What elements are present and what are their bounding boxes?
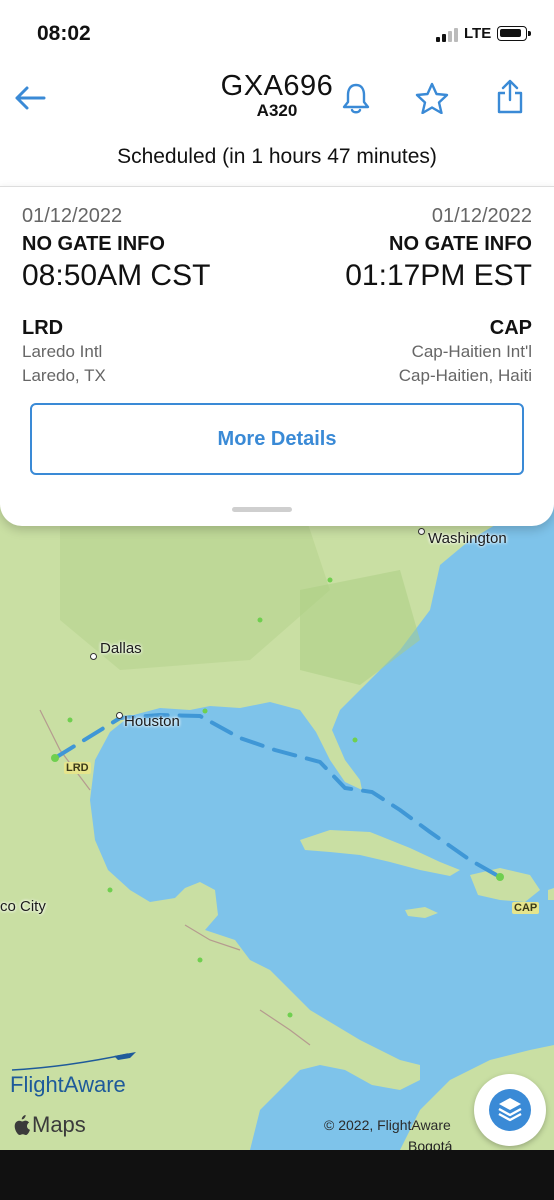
star-icon: [415, 82, 449, 114]
map-airport-origin[interactable]: LRD: [64, 762, 91, 774]
map-label-dallas: Dallas: [100, 640, 142, 657]
share-icon: [497, 79, 523, 114]
signal-icon: [436, 28, 458, 42]
home-indicator-bar: [0, 1150, 554, 1200]
aircraft-type: A320: [256, 101, 298, 120]
layers-icon: [489, 1089, 531, 1131]
map-airport-destination[interactable]: CAP: [512, 902, 540, 914]
map-canvas: [0, 470, 554, 1150]
share-button[interactable]: [488, 74, 532, 118]
drag-handle[interactable]: [232, 507, 292, 512]
arrival-code: CAP: [489, 317, 532, 339]
map-copyright: © 2022, FlightAware: [324, 1117, 451, 1133]
arrival-airport: Cap-Haitien Int'l: [411, 342, 532, 361]
status-time: 08:02: [37, 22, 91, 45]
map-label-washington: Washington: [428, 530, 507, 547]
bell-icon: [342, 83, 370, 114]
departure-gate: NO GATE INFO: [22, 233, 165, 255]
flight-header: GXA696 A320: [0, 68, 554, 138]
plane-swoosh-icon: [11, 1052, 136, 1071]
flight-number: GXA696: [220, 70, 334, 102]
arrival-time: 01:17PM EST: [345, 259, 532, 292]
washington-marker: [418, 528, 425, 535]
flight-status: Scheduled (in 1 hours 47 minutes): [117, 145, 437, 168]
arrival-city: Cap-Haitien, Haiti: [398, 366, 532, 385]
alert-button[interactable]: [334, 76, 378, 120]
favorite-button[interactable]: [410, 76, 454, 120]
departure-code: LRD: [22, 317, 64, 339]
more-details-button[interactable]: More Details: [30, 403, 524, 475]
departure-time: 08:50AM CST: [22, 259, 211, 292]
flightaware-wordmark: FlightAware: [10, 1072, 126, 1097]
battery-icon: [497, 26, 531, 41]
flight-info-card: 01/12/2022 NO GATE INFO 08:50AM CST LRD …: [0, 186, 554, 526]
network-type: LTE: [464, 25, 492, 42]
map-label-houston: Houston: [124, 713, 180, 730]
departure-date: 01/12/2022: [22, 205, 123, 227]
flight-map[interactable]: Washington Dallas Houston co City LRD CA…: [0, 470, 554, 1150]
dallas-marker: [90, 653, 97, 660]
arrival-date: 01/12/2022: [431, 205, 532, 227]
map-label-mexico-city: co City: [0, 898, 46, 915]
status-bar: 08:02 LTE: [0, 0, 554, 68]
departure-city: Laredo, TX: [22, 366, 106, 385]
flightaware-logo: FlightAware: [10, 1052, 136, 1098]
apple-maps-attribution[interactable]: Maps: [12, 1112, 86, 1138]
map-layers-button[interactable]: [474, 1074, 546, 1146]
apple-icon: [14, 1114, 30, 1135]
houston-marker: [116, 712, 123, 719]
departure-airport: Laredo Intl: [22, 342, 103, 361]
apple-maps-label: Maps: [32, 1112, 86, 1137]
arrival-gate: NO GATE INFO: [389, 233, 532, 255]
